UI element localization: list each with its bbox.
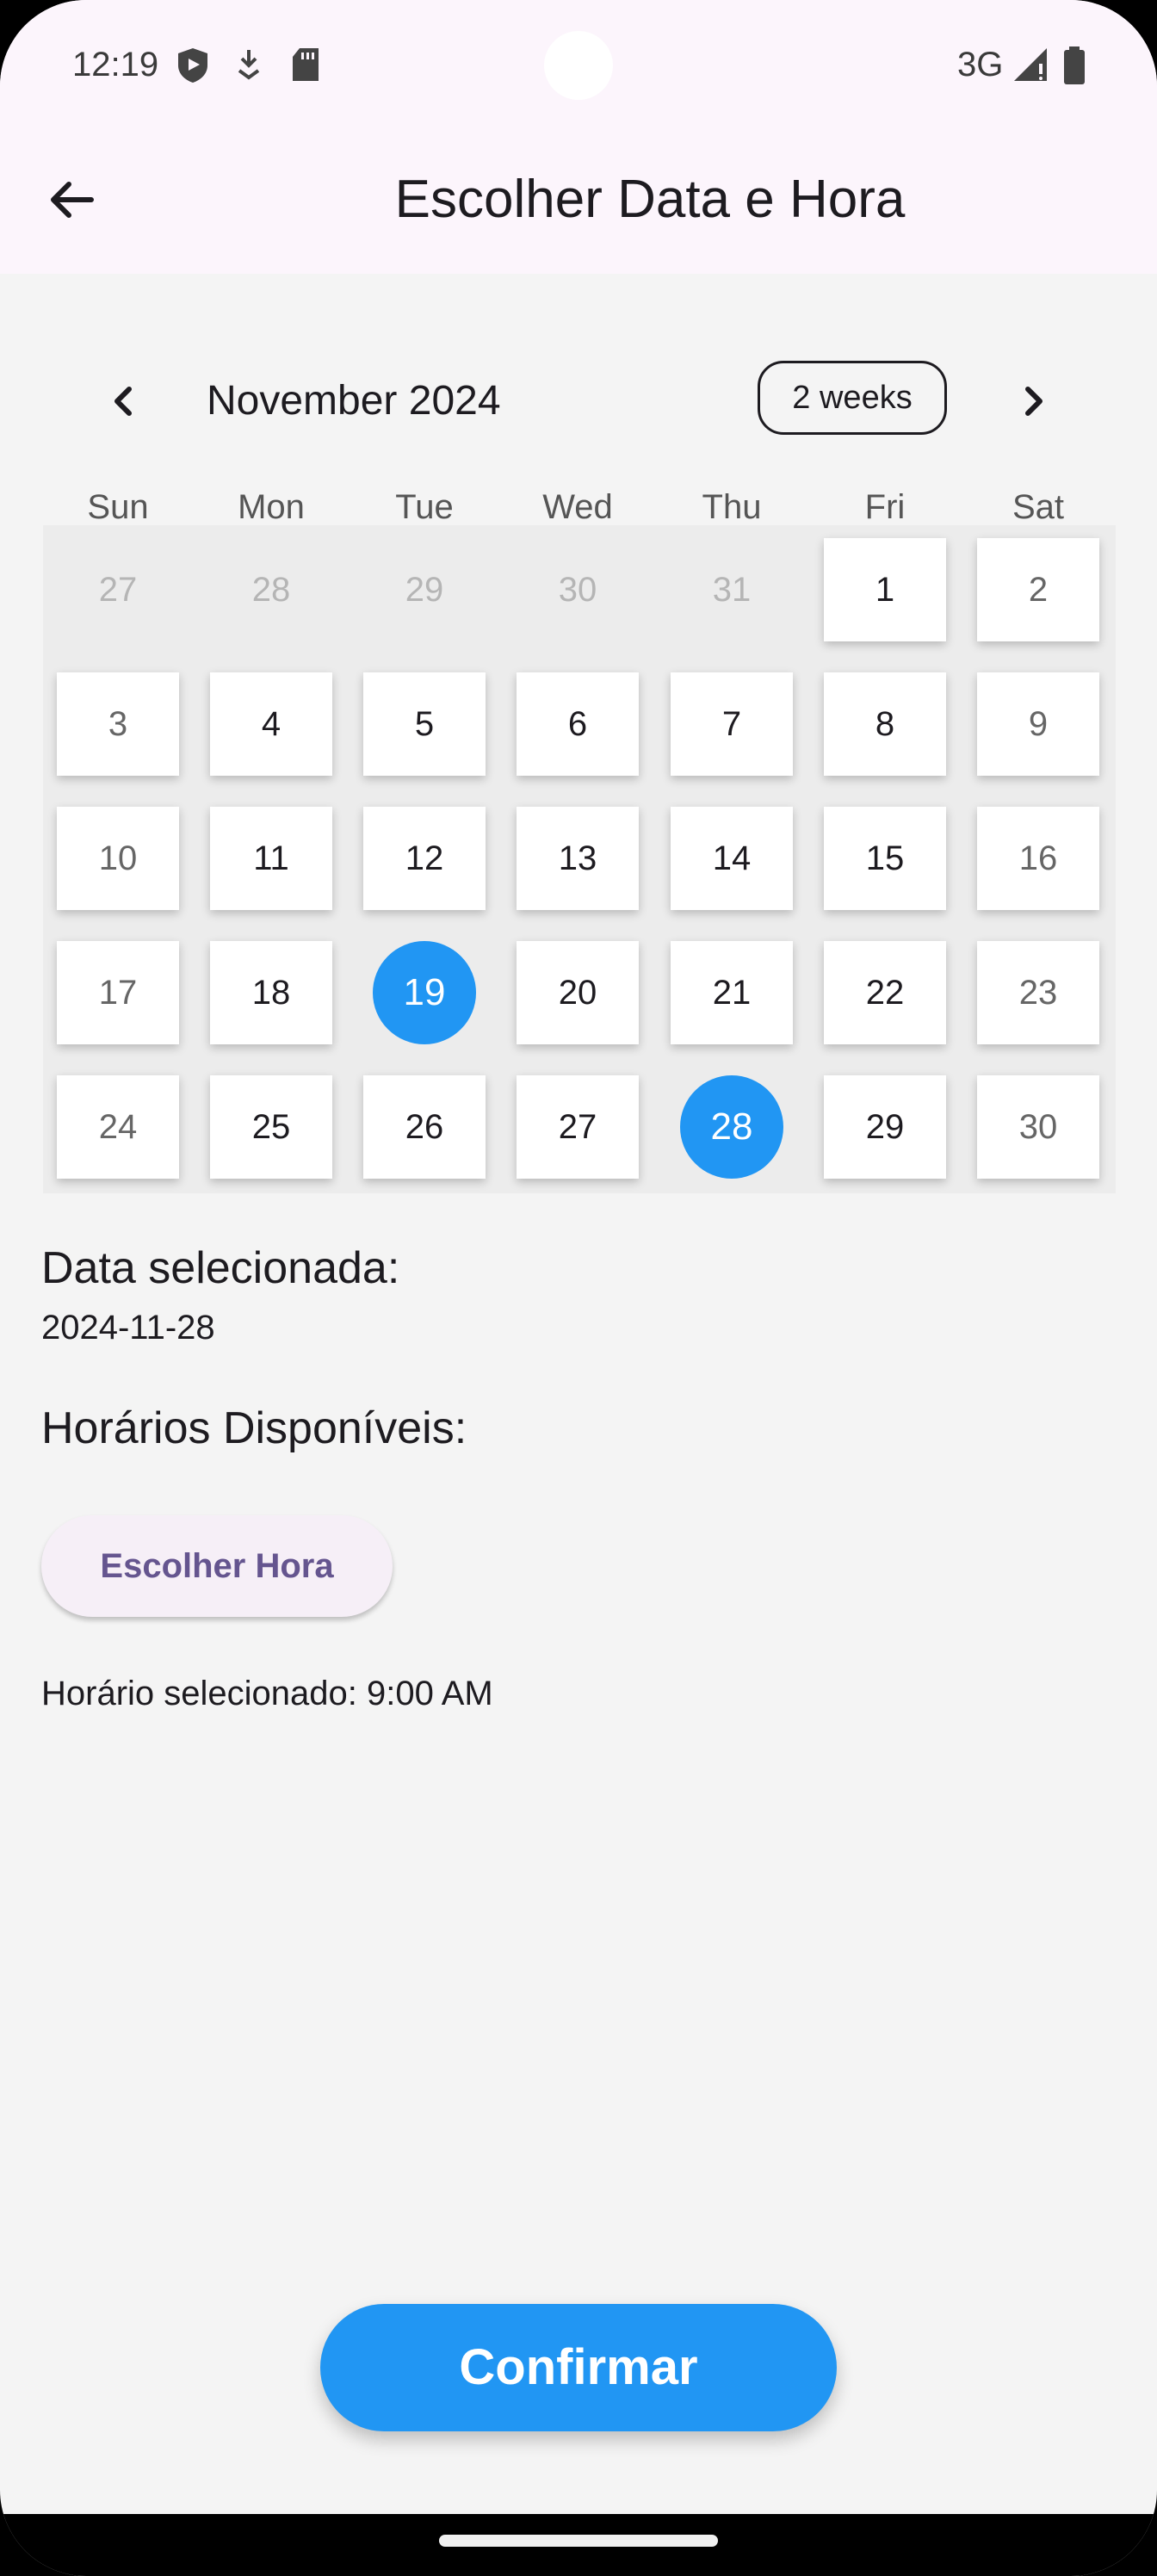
calendar-day: 29	[405, 571, 444, 609]
calendar-day[interactable]: 1	[824, 538, 946, 641]
shield-icon	[178, 48, 207, 83]
calendar-day[interactable]: 18	[210, 941, 332, 1044]
calendar-day[interactable]: 4	[210, 672, 332, 776]
previous-month-button[interactable]	[93, 370, 155, 432]
battery-icon	[1064, 46, 1085, 84]
calendar-day[interactable]: 11	[210, 807, 332, 910]
selected-date-value: 2024-11-28	[41, 1309, 215, 1347]
chevron-left-icon	[114, 387, 132, 416]
calendar-day[interactable]: 3	[57, 672, 179, 776]
calendar-day[interactable]: 27	[517, 1075, 639, 1179]
calendar-day[interactable]: 23	[977, 941, 1099, 1044]
calendar-day[interactable]: 7	[671, 672, 793, 776]
available-hours-label: Horários Disponíveis:	[41, 1403, 467, 1453]
next-month-button[interactable]	[1002, 370, 1064, 432]
network-type: 3G	[957, 46, 1004, 84]
calendar-day: 28	[251, 571, 291, 609]
calendar-day[interactable]: 24	[57, 1075, 179, 1179]
selected-time-text: Horário selecionado: 9:00 AM	[41, 1675, 493, 1712]
calendar-day[interactable]: 21	[671, 941, 793, 1044]
calendar-day-selected[interactable]: 19	[373, 941, 476, 1044]
back-button[interactable]	[41, 169, 103, 231]
calendar-day[interactable]: 16	[977, 807, 1099, 910]
calendar-day: 30	[558, 571, 597, 609]
pick-time-button[interactable]: Escolher Hora	[41, 1515, 393, 1617]
calendar-day[interactable]: 10	[57, 807, 179, 910]
app-screen: 12:19 3G Escolher Data e Hora November 2…	[0, 0, 1157, 2576]
calendar-day: 31	[712, 571, 752, 609]
calendar-day[interactable]: 20	[517, 941, 639, 1044]
page-title: Escolher Data e Hora	[394, 170, 906, 229]
calendar-day[interactable]: 12	[363, 807, 486, 910]
signal-icon	[1014, 48, 1047, 81]
calendar-month-label: November 2024	[207, 378, 501, 424]
calendar-day[interactable]: 8	[824, 672, 946, 776]
calendar-day: 27	[98, 571, 138, 609]
calendar-day[interactable]: 30	[977, 1075, 1099, 1179]
sd-card-icon	[293, 48, 319, 81]
arrow-left-icon	[51, 182, 94, 218]
calendar-day[interactable]: 26	[363, 1075, 486, 1179]
download-arrow-icon	[238, 50, 260, 80]
calendar-day[interactable]: 22	[824, 941, 946, 1044]
calendar-day[interactable]: 5	[363, 672, 486, 776]
front-camera	[544, 31, 613, 100]
calendar-day[interactable]: 17	[57, 941, 179, 1044]
calendar-day[interactable]: 2	[977, 538, 1099, 641]
calendar-day[interactable]: 15	[824, 807, 946, 910]
calendar-day[interactable]: 9	[977, 672, 1099, 776]
calendar-day[interactable]: 14	[671, 807, 793, 910]
calendar-format-button[interactable]: 2 weeks	[758, 361, 947, 435]
calendar-day[interactable]: 29	[824, 1075, 946, 1179]
status-time: 12:19	[72, 46, 159, 84]
home-indicator[interactable]	[439, 2535, 718, 2547]
confirm-button[interactable]: Confirmar	[320, 2304, 837, 2431]
calendar-day-selected[interactable]: 28	[680, 1075, 783, 1179]
calendar-day[interactable]: 13	[517, 807, 639, 910]
selected-date-label: Data selecionada:	[41, 1243, 400, 1293]
calendar-day[interactable]: 25	[210, 1075, 332, 1179]
chevron-right-icon	[1025, 387, 1043, 416]
calendar-day[interactable]: 6	[517, 672, 639, 776]
status-bar: 12:19 3G	[0, 0, 1157, 129]
